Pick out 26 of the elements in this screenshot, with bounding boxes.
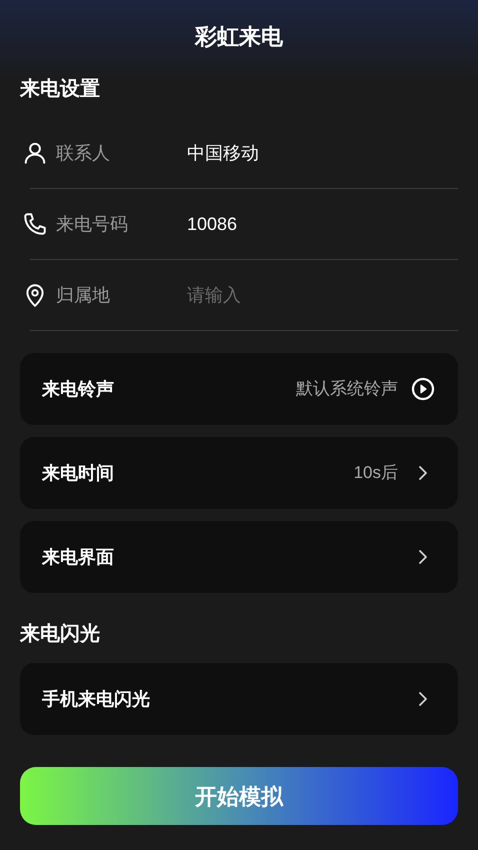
page-title: 彩虹来电	[195, 22, 283, 50]
start-button[interactable]: 开始模拟	[20, 767, 458, 825]
input-field[interactable]: 中国移动	[187, 140, 458, 166]
field-label: 归属地	[56, 284, 111, 306]
field-label: 来电号码	[56, 212, 129, 236]
row-value: 10s后	[354, 462, 398, 484]
chevron-right-icon	[417, 690, 429, 708]
person-icon	[22, 140, 48, 166]
play-icon[interactable]	[411, 377, 435, 401]
row-label: 来电铃声	[42, 378, 115, 400]
settings-row[interactable]: 手机来电闪光	[20, 663, 458, 735]
input-field[interactable]: 请输入	[187, 282, 458, 308]
input-field[interactable]: 10086	[187, 210, 458, 238]
settings-row[interactable]: 来电时间 10s后	[20, 437, 458, 509]
chevron-right-icon	[417, 548, 429, 566]
settings-row[interactable]: 来电铃声 默认系统铃声	[20, 353, 458, 425]
row-label: 来电界面	[42, 546, 115, 568]
section-heading: 来电闪光	[20, 622, 100, 647]
row-value: 默认系统铃声	[296, 378, 398, 400]
settings-row[interactable]: 来电界面	[20, 521, 458, 593]
chevron-right-icon	[417, 464, 429, 482]
row-label: 手机来电闪光	[42, 688, 151, 710]
phone-icon	[22, 211, 48, 237]
field-label: 联系人	[56, 142, 111, 164]
section-heading: 来电设置	[20, 77, 100, 102]
row-label: 来电时间	[42, 462, 115, 484]
